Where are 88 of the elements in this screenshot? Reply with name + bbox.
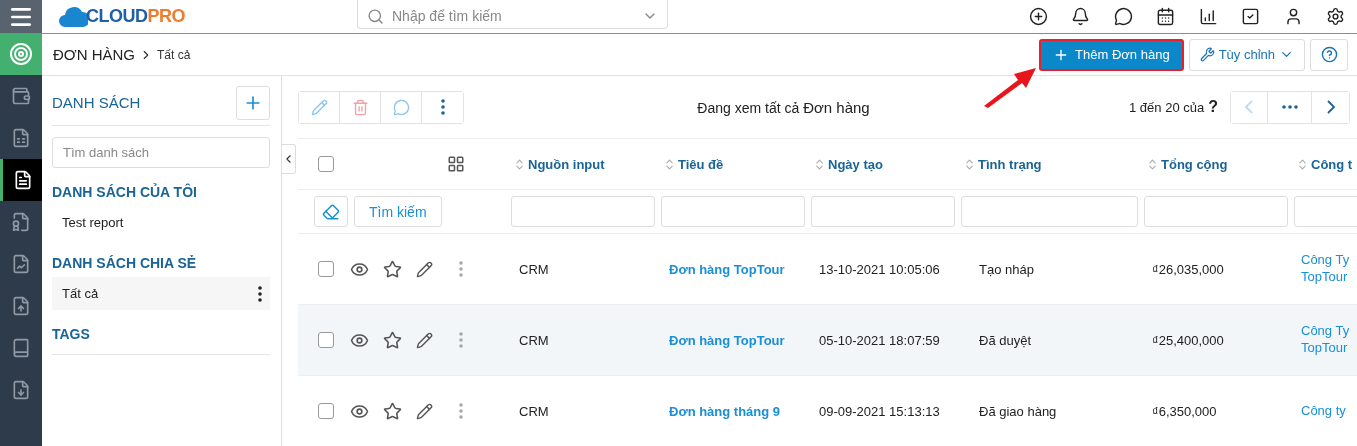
column-header[interactable]: Tiêu đề <box>678 156 724 172</box>
table-row[interactable]: CRM Đơn hàng TopTour 05-10-2021 18:07:59 Đã duyệt ₫25,400,000 Công Ty TopTour <box>298 305 1357 376</box>
breadcrumb-current: Tất cả <box>157 47 191 62</box>
plus-circle-icon <box>1028 7 1048 26</box>
order-title-link[interactable]: Đơn hàng tháng 9 <box>669 403 781 419</box>
section-title: DANH SÁCH CHIA SẺ <box>52 255 198 271</box>
search-field[interactable]: Nhập để tìm kiếm <box>357 0 668 29</box>
spreadsheet-file-icon <box>11 128 31 148</box>
filter-field[interactable] <box>811 196 955 227</box>
target-icon <box>9 42 33 66</box>
cloud-logo-icon <box>58 5 88 28</box>
customize-button[interactable]: Tùy chỉnh <box>1188 38 1305 71</box>
table-cell: 05-10-2021 18:07:59 <box>819 332 940 348</box>
filter-field[interactable] <box>1294 196 1357 227</box>
list-item[interactable]: Test report <box>52 206 270 239</box>
sidebar-nav-item[interactable] <box>0 159 42 201</box>
settings-icon <box>1326 7 1346 26</box>
table-cell: Đã duyệt <box>979 332 1032 348</box>
search-button[interactable]: Tìm kiếm <box>354 196 442 227</box>
list-panel-title: DANH SÁCH <box>52 94 141 111</box>
pencil-icon[interactable] <box>416 260 433 278</box>
upload-file-icon <box>11 296 31 316</box>
company-link[interactable]: Công ty <box>1301 402 1357 420</box>
table-cell: ₫6,350,000 <box>1152 403 1217 419</box>
table-cell: CRM <box>519 403 549 419</box>
grid-icon[interactable] <box>447 155 465 173</box>
star-icon[interactable] <box>383 330 402 350</box>
table-cell: Đã giao hàng <box>979 403 1057 419</box>
column-header[interactable]: Ngày tạo <box>828 156 883 172</box>
column-header[interactable]: Tổng cộng <box>1161 156 1228 172</box>
star-icon[interactable] <box>383 401 402 421</box>
table-cell: CRM <box>519 332 549 348</box>
page-range: 1 đến 20 của <box>1129 99 1205 115</box>
row-checkbox[interactable] <box>318 403 334 419</box>
company-link[interactable]: Công Ty TopTour <box>1301 252 1357 286</box>
wallet-icon <box>11 86 31 106</box>
add-order-button[interactable]: Thêm Đơn hàng <box>1039 38 1184 71</box>
section-title: DANH SÁCH CỦA TÔI <box>52 184 198 200</box>
filter-field[interactable] <box>961 196 1138 227</box>
table-cell: ₫25,400,000 <box>1152 332 1224 348</box>
eraser-icon <box>322 202 340 221</box>
column-header[interactable]: Tình trạng <box>978 156 1042 172</box>
more-icon[interactable] <box>258 285 262 302</box>
table-cell: Tạo nháp <box>979 261 1034 277</box>
checkbox-icon <box>1241 7 1261 26</box>
chat-icon <box>1113 7 1133 26</box>
book-icon <box>11 338 31 358</box>
row-checkbox[interactable] <box>318 332 334 348</box>
pencil-icon[interactable] <box>416 402 433 420</box>
collapse-panel-button[interactable] <box>282 144 296 174</box>
table-cell: 09-09-2021 15:13:13 <box>819 403 940 419</box>
filter-field[interactable] <box>511 196 655 227</box>
add-list-button[interactable] <box>236 85 270 120</box>
table-cell: ₫26,035,000 <box>1152 261 1224 277</box>
order-title-link[interactable]: Đơn hàng TopTour <box>669 261 785 277</box>
section-title: TAGS <box>52 326 91 342</box>
table-cell: 13-10-2021 10:05:06 <box>819 261 940 277</box>
download-file-icon <box>11 380 31 400</box>
company-link[interactable]: Công Ty TopTour <box>1301 323 1357 357</box>
total-count: ? <box>1208 98 1218 116</box>
viewing-label: Đang xem tất cả Đơn hàng <box>696 98 871 116</box>
search-icon <box>367 7 384 25</box>
list-item-label: Tất cả <box>62 286 99 301</box>
table-cell: CRM <box>519 261 549 277</box>
filter-field[interactable] <box>661 196 805 227</box>
select-all-checkbox[interactable] <box>318 156 334 172</box>
filter-field[interactable] <box>1144 196 1288 227</box>
badge-file-icon <box>11 212 31 232</box>
list-search-field[interactable]: Tìm danh sách <box>52 137 270 168</box>
help-button[interactable] <box>1310 38 1348 71</box>
pencil-icon[interactable] <box>416 331 433 349</box>
calendar-icon <box>1156 7 1176 26</box>
module-title: ĐƠN HÀNG <box>53 46 136 63</box>
wrench-icon <box>1199 47 1215 62</box>
menu-button[interactable] <box>0 0 42 33</box>
bell-icon <box>1071 7 1091 26</box>
logo-text: CLOUDPRO <box>86 6 185 27</box>
star-icon[interactable] <box>383 259 402 279</box>
clear-filter-button[interactable] <box>314 196 348 227</box>
list-item[interactable]: Tất cả <box>52 277 270 310</box>
column-header[interactable]: Nguồn input <box>528 156 605 172</box>
chart-icon <box>1198 7 1218 26</box>
order-title-link[interactable]: Đơn hàng TopTour <box>669 332 785 348</box>
column-header[interactable]: Công t <box>1311 156 1353 172</box>
row-checkbox[interactable] <box>318 261 334 277</box>
help-icon <box>1320 46 1338 63</box>
chart-file-icon <box>11 254 31 274</box>
list-item-label: Test report <box>62 215 124 230</box>
